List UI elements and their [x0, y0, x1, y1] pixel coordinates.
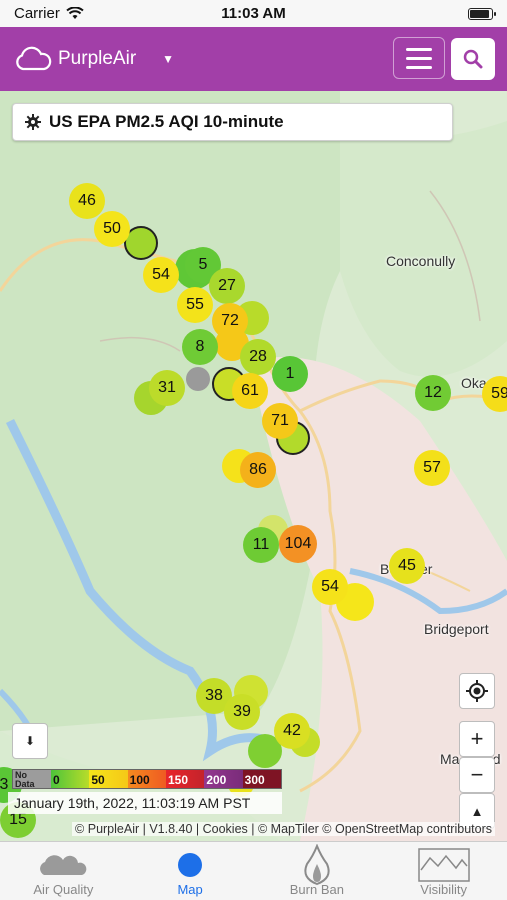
mountain-icon	[417, 848, 470, 882]
hamburger-menu-button[interactable]	[393, 37, 445, 79]
brand-dropdown[interactable]: PurpleAir ▼	[14, 46, 174, 72]
zoom-out-button[interactable]: −	[459, 757, 495, 793]
locate-me-button[interactable]	[459, 673, 495, 709]
sensor-marker[interactable]: 54	[143, 257, 179, 293]
sensor-marker[interactable]: 72	[212, 303, 248, 339]
caret-down-icon: ▼	[162, 52, 175, 66]
tab-burn-ban[interactable]: Burn Ban	[254, 842, 381, 900]
tab-visibility[interactable]: Visibility	[380, 842, 507, 900]
status-bar: Carrier 11:03 AM	[0, 0, 507, 27]
status-left: Carrier	[14, 5, 84, 22]
battery-icon	[468, 7, 496, 20]
map-attribution[interactable]: © PurpleAir | V1.8.40 | Cookies | © MapT…	[72, 822, 495, 836]
sensor-marker[interactable]: 8	[182, 329, 218, 365]
legend-tick: 50	[91, 773, 105, 787]
brand-name: PurpleAir	[58, 48, 137, 69]
zoom-in-button[interactable]: +	[459, 721, 495, 757]
place-label: Conconully	[386, 253, 456, 269]
tab-label: Map	[177, 882, 203, 897]
dot-icon	[176, 848, 204, 882]
legend-segment: 150	[165, 770, 205, 788]
legend-segment: 100	[127, 770, 166, 788]
sensor-marker[interactable]: 57	[414, 450, 450, 486]
tab-label: Visibility	[420, 882, 467, 897]
gear-icon	[25, 114, 41, 130]
flame-icon	[303, 844, 331, 886]
sensor-marker[interactable]: 31	[149, 370, 185, 406]
sensor-marker[interactable]: 50	[94, 211, 130, 247]
crosshair-icon	[466, 680, 488, 702]
tab-label: Air Quality	[33, 882, 94, 897]
place-label: Bridgeport	[424, 621, 489, 637]
legend-segment: 300	[242, 770, 281, 788]
cloud-icon	[36, 848, 90, 882]
hamburger-line	[406, 47, 432, 51]
carrier-label: Carrier	[14, 5, 60, 22]
hamburger-line	[406, 65, 432, 69]
legend-tick: 150	[167, 773, 189, 787]
legend-no-data: No Data	[13, 770, 51, 789]
sensor-marker[interactable]: 45	[389, 548, 425, 584]
sensor-marker[interactable]: 28	[240, 339, 276, 375]
hamburger-line	[406, 56, 432, 60]
sensor-marker[interactable]: 46	[69, 183, 105, 219]
legend-no-data-line: Data	[15, 779, 35, 789]
aqi-legend: No Data 0 50 100 150 200 300	[12, 769, 282, 789]
sensor-marker[interactable]: 27	[209, 268, 245, 304]
sensor-marker-nodata[interactable]	[186, 367, 210, 391]
tab-bar: Air Quality Map Burn Ban Visibility	[0, 841, 507, 900]
download-button[interactable]: ⬇	[12, 723, 48, 759]
cloud-icon	[16, 46, 52, 71]
map-view[interactable]: US EPA PM2.5 AQI 10-minute Conconully Ok…	[0, 91, 507, 841]
data-timestamp: January 19th, 2022, 11:03:19 AM PST	[8, 792, 282, 814]
search-button[interactable]	[451, 38, 495, 80]
sensor-marker[interactable]: 54	[312, 569, 348, 605]
wifi-icon	[66, 7, 84, 19]
sensor-marker[interactable]: 61	[232, 373, 268, 409]
tab-label: Burn Ban	[289, 882, 344, 897]
tab-air-quality[interactable]: Air Quality	[0, 842, 127, 900]
legend-tick: 100	[129, 773, 150, 787]
sensor-marker[interactable]: 104	[279, 525, 317, 563]
legend-tick: 0	[53, 773, 60, 787]
legend-tick: 300	[244, 773, 265, 787]
sensor-marker[interactable]: 11	[243, 527, 279, 563]
sensor-marker[interactable]: 1	[272, 356, 308, 392]
search-icon	[463, 49, 483, 69]
sensor-marker[interactable]: 42	[274, 713, 310, 749]
sensor-type-label: US EPA PM2.5 AQI 10-minute	[49, 112, 284, 131]
legend-segment: 200	[204, 770, 243, 788]
tab-map[interactable]: Map	[127, 842, 254, 900]
app-bar: PurpleAir ▼	[0, 27, 507, 91]
sensor-marker[interactable]: 39	[224, 694, 260, 730]
sensor-marker[interactable]: 71	[262, 403, 298, 439]
sensor-marker[interactable]: 12	[415, 375, 451, 411]
legend-segment: 0	[51, 770, 90, 788]
place-label: Ma	[440, 751, 460, 767]
sensor-marker[interactable]: 86	[240, 452, 276, 488]
sensor-type-selector[interactable]: US EPA PM2.5 AQI 10-minute	[12, 103, 453, 141]
legend-tick: 200	[206, 773, 227, 787]
legend-segment: 50	[89, 770, 128, 788]
sensor-marker[interactable]: 55	[177, 287, 213, 323]
